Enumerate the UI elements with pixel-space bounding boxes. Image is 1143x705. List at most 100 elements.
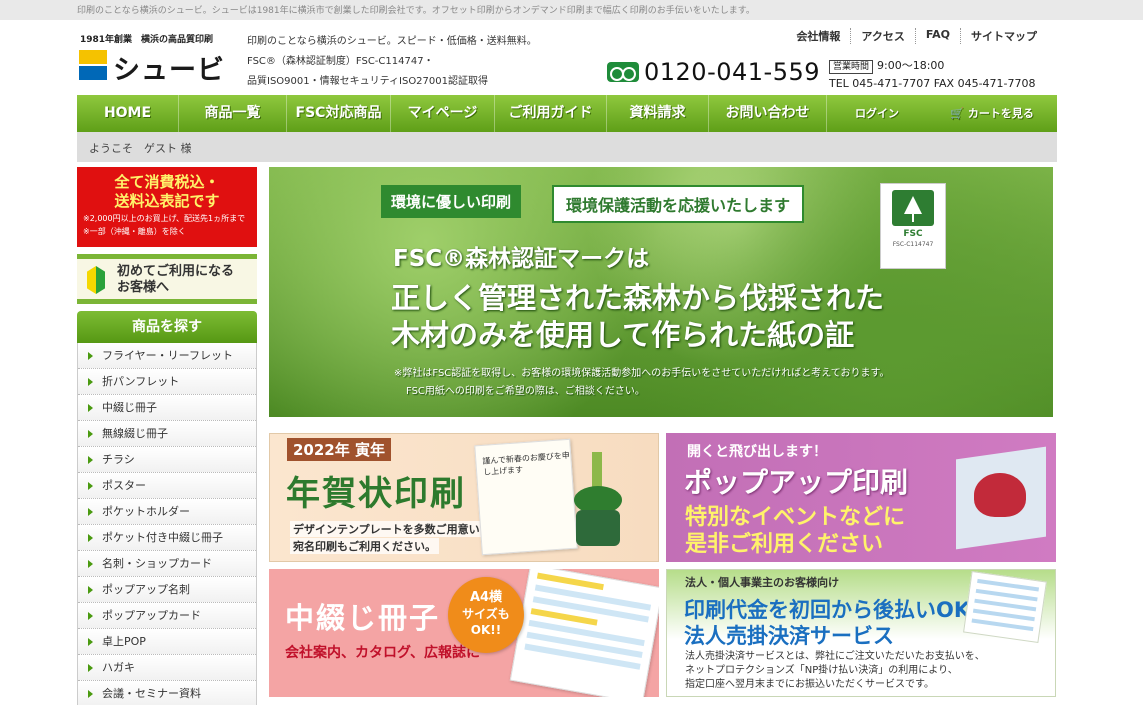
arrow-right-icon — [88, 404, 93, 412]
arrow-right-icon — [88, 664, 93, 672]
category-item[interactable]: 中綴じ冊子 — [78, 395, 256, 421]
main-nav: HOME 商品一覧 FSC対応商品 マイページ ご利用ガイド 資料請求 お問い合… — [77, 95, 1057, 132]
nav-cart[interactable]: 🛒 カートを見る — [927, 95, 1057, 132]
promo-new-year-cards[interactable]: 2022年 寅年 年賀状印刷 デザインテンプレートを多数ご用意いたしました。 宛… — [269, 433, 659, 562]
category-item[interactable]: 卓上POP — [78, 629, 256, 655]
link-company[interactable]: 会社情報 — [786, 28, 850, 44]
arrow-right-icon — [88, 638, 93, 646]
header-links: 会社情報 アクセス FAQ サイトマップ — [786, 28, 1047, 44]
category-item[interactable]: ポスター — [78, 473, 256, 499]
logo-tagline: 1981年創業 横浜の高品質印刷 — [80, 35, 214, 45]
category-item[interactable]: 折パンフレット — [78, 369, 256, 395]
category-item[interactable]: ポップアップカード — [78, 603, 256, 629]
hours-label: 営業時間 — [829, 60, 874, 74]
arrow-right-icon — [88, 586, 93, 594]
nav-request-docs[interactable]: 資料請求 — [607, 95, 709, 132]
arrow-right-icon — [88, 534, 93, 542]
arrow-right-icon — [88, 430, 93, 438]
category-label: 会議・セミナー資料 — [102, 687, 201, 700]
nav-products[interactable]: 商品一覧 — [179, 95, 287, 132]
booklet-image — [509, 569, 659, 697]
card-greeting: 謹んで新春のお慶びを申し上げます — [482, 450, 571, 477]
welcome-text: ようこそ ゲスト 様 — [89, 142, 192, 155]
new-year-card-image: 謹んで新春のお慶びを申し上げます — [474, 438, 578, 556]
nav-guide[interactable]: ご利用ガイド — [495, 95, 607, 132]
invoice-document-image — [963, 571, 1047, 643]
category-item[interactable]: 会議・セミナー資料 — [78, 681, 256, 705]
phone-block: 0120-041-559 — [607, 58, 820, 86]
tax-line: 送料込表記です — [114, 192, 220, 210]
category-label: ポップアップカード — [102, 609, 201, 622]
category-label: 折パンフレット — [102, 375, 180, 388]
promo-saddle-stitch-booklet[interactable]: 中綴じ冊子 会社案内、カタログ、広報誌に A4横 サイズも OK!! — [269, 569, 659, 697]
promo-lead: 開くと飛び出します！ — [687, 444, 827, 460]
category-item[interactable]: ポケット付き中綴じ冊子 — [78, 525, 256, 551]
category-header: 商品を探す — [77, 311, 257, 343]
link-access[interactable]: アクセス — [850, 28, 914, 44]
hours-value: 9:00～18:00 — [877, 59, 945, 72]
intro-line: 印刷のことなら横浜のシュービ。スピード・低価格・送料無料。 — [247, 36, 537, 47]
nav-home[interactable]: HOME — [77, 95, 179, 132]
promo-sub: 会社案内、カタログ、広報誌に — [285, 645, 481, 661]
tax-note: ※一部（沖縄・離島）を除く — [83, 227, 186, 236]
link-faq[interactable]: FAQ — [914, 28, 960, 44]
cart-icon: 🛒 — [950, 107, 964, 120]
category-label: ポスター — [102, 479, 146, 492]
welcome-bar: ようこそ ゲスト 様 — [77, 132, 1057, 162]
sidebar: 全て消費税込・ 送料込表記です ※2,000円以上のお買上げ、配送先1ヵ所まで … — [77, 167, 257, 705]
promo-invoice-payment[interactable]: 法人・個人事業主のお客様向け 印刷代金を初回から後払いOK！ 法人売掛決済サービ… — [666, 569, 1056, 697]
hero-subtag: 環境保護活動を応援いたします — [552, 185, 805, 223]
nav-login[interactable]: ログイン — [827, 95, 927, 132]
nav-contact[interactable]: お問い合わせ — [709, 95, 827, 132]
nav-fsc-products[interactable]: FSC対応商品 — [287, 95, 391, 132]
logo[interactable]: 1981年創業 横浜の高品質印刷 シュービ — [77, 28, 237, 88]
promo-sub: 是非ご利用ください — [685, 532, 884, 557]
promo-popup-printing[interactable]: 開くと飛び出します！ ポップアップ印刷 特別なイベントなどに 是非ご利用ください — [666, 433, 1056, 562]
category-item[interactable]: 無線綴じ冊子 — [78, 421, 256, 447]
category-item[interactable]: チラシ — [78, 447, 256, 473]
arrow-right-icon — [88, 612, 93, 620]
phone-number[interactable]: 0120-041-559 — [644, 58, 820, 86]
fsc-hero-banner[interactable]: 環境に優しい印刷 環境保護活動を応援いたします FSC®森林認証マークは 正しく… — [269, 167, 1053, 417]
hero-lead: FSC®森林認証マークは — [393, 246, 650, 272]
header: 1981年創業 横浜の高品質印刷 シュービ 印刷のことなら横浜のシュービ。スピー… — [77, 20, 1057, 95]
promo-headline: 法人売掛決済サービス — [684, 624, 894, 648]
category-label: ハガキ — [102, 661, 135, 674]
category-item[interactable]: ポップアップ名刺 — [78, 577, 256, 603]
hero-headline: 正しく管理された森林から伐採された — [391, 281, 885, 315]
kadomatsu-icon — [570, 452, 626, 548]
promo-title: 2022年 寅年 — [287, 438, 391, 461]
tax-note: ※2,000円以上のお買上げ、配送先1ヵ所まで — [83, 214, 246, 223]
a4-size-badge: A4横 サイズも OK!! — [448, 577, 524, 653]
tax-included-banner[interactable]: 全て消費税込・ 送料込表記です ※2,000円以上のお買上げ、配送先1ヵ所まで … — [77, 167, 257, 247]
category-item[interactable]: 名刺・ショップカード — [78, 551, 256, 577]
nav-mypage[interactable]: マイページ — [391, 95, 495, 132]
first-time-line: お客様へ — [117, 280, 170, 295]
desc-line: ネットプロテクションズ「NP掛け払い決済」の利用により、 — [685, 665, 958, 676]
promo-lead: 法人・個人事業主のお客様向け — [685, 576, 839, 589]
promo-headline: 中綴じ冊子 — [285, 601, 441, 635]
fsc-badge-code: FSC-C114747 — [892, 241, 934, 248]
free-dial-icon — [607, 62, 639, 82]
intro-line: FSC®（森林認証制度）FSC-C114747・ — [247, 56, 434, 67]
first-time-text: 初めてご利用になる お客様へ — [117, 264, 234, 296]
first-time-line: 初めてご利用になる — [117, 264, 235, 279]
fsc-badge: FSC FSC-C114747 — [880, 183, 946, 269]
arrow-right-icon — [88, 378, 93, 386]
desc-line: 法人売掛決済サービスとは、弊社にご注文いただいたお支払いを、 — [685, 651, 985, 662]
category-label: 中綴じ冊子 — [102, 401, 157, 414]
badge-line: サイズも — [462, 607, 510, 621]
category-item[interactable]: フライヤー・リーフレット — [78, 343, 256, 369]
category-item[interactable]: ポケットホルダー — [78, 499, 256, 525]
category-label: フライヤー・リーフレット — [102, 349, 234, 362]
logo-name: シュービ — [113, 55, 225, 86]
badge-line: A4横 — [469, 590, 503, 605]
first-time-banner[interactable]: 初めてご利用になる お客様へ — [77, 254, 257, 304]
link-sitemap[interactable]: サイトマップ — [960, 28, 1047, 44]
category-label: 卓上POP — [102, 635, 146, 648]
top-info-bar: 印刷のことなら横浜のシュービ。シュービは1981年に横浜市で創業した印刷会社です… — [0, 0, 1143, 20]
category-item[interactable]: ハガキ — [78, 655, 256, 681]
header-intro: 印刷のことなら横浜のシュービ。スピード・低価格・送料無料。 FSC®（森林認証制… — [247, 32, 537, 92]
category-label: 無線綴じ冊子 — [102, 427, 168, 440]
intro-line: 品質ISO9001・情報セキュリティISO27001認証取得 — [247, 76, 488, 87]
